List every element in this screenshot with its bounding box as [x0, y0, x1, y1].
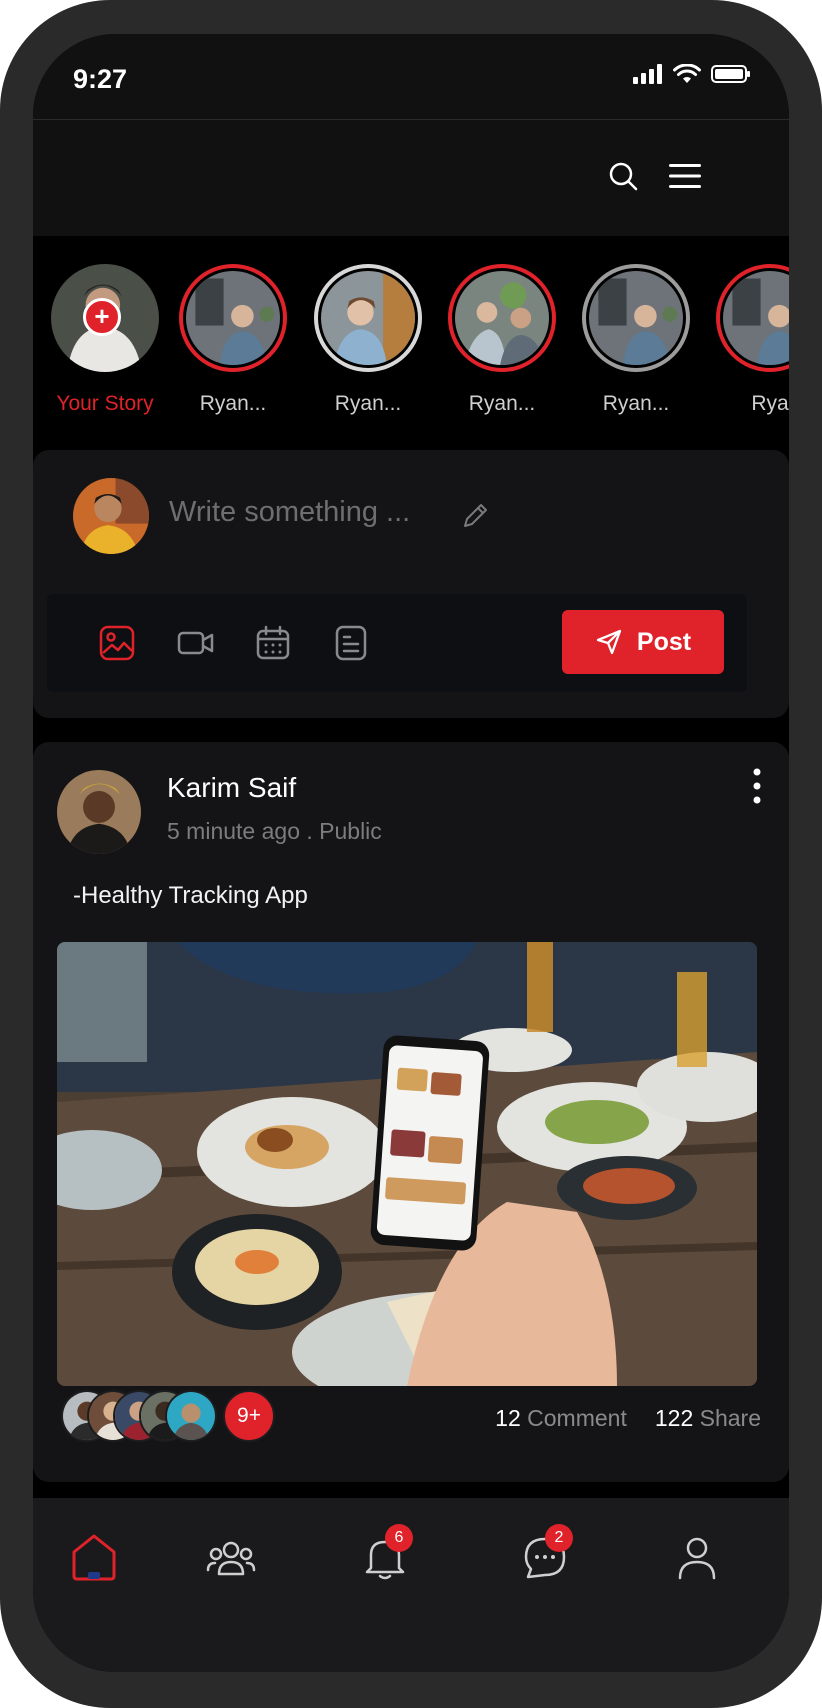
story-item[interactable]: Ryan... [173, 264, 293, 416]
author-name[interactable]: Karim Saif [167, 772, 296, 804]
post-card: Karim Saif 5 minute ago . Public -Health… [33, 742, 789, 1482]
story-name: Ryan... [199, 392, 267, 415]
story-name: Your Story [56, 392, 154, 415]
wifi-icon [673, 64, 701, 83]
post-meta: 5 minute ago . Public [167, 818, 382, 844]
story-ring [582, 264, 690, 372]
author-avatar[interactable] [57, 770, 141, 854]
my-avatar [73, 478, 149, 554]
story-name: Ryan... [602, 392, 670, 415]
calendar-icon[interactable] [255, 625, 291, 661]
comments-count: 12 [495, 1405, 521, 1431]
story-ring [448, 264, 556, 372]
top-toolbar [33, 120, 789, 236]
story-item[interactable]: Rya [710, 264, 789, 416]
more-options-icon[interactable] [747, 766, 767, 806]
app-screen: 9:27 + Your Story Ryan... Ryan... Ryan..… [33, 34, 789, 1672]
status-time: 9:27 [73, 64, 128, 94]
nav-notifications[interactable]: 6 [355, 1524, 415, 1588]
battery-icon [711, 65, 750, 83]
composer-toolbar: Post [47, 594, 747, 692]
menu-button[interactable] [665, 156, 705, 196]
messages-badge: 2 [545, 1524, 573, 1552]
story-item[interactable]: Ryan... [308, 264, 428, 416]
phone-frame: 9:27 + Your Story Ryan... Ryan... Ryan..… [0, 0, 822, 1708]
reactor-avatar [165, 1390, 217, 1442]
more-reactors-badge[interactable]: 9+ [223, 1390, 275, 1442]
stories-row: + Your Story Ryan... Ryan... Ryan... Rya… [33, 236, 789, 466]
photo-icon[interactable] [99, 625, 135, 661]
edit-pen-icon[interactable] [461, 500, 491, 530]
post-composer: Write something ... Post [33, 450, 789, 718]
story-name: Rya [751, 392, 789, 415]
notifications-badge: 6 [385, 1524, 413, 1552]
bottom-navigation: 6 2 [33, 1498, 789, 1672]
story-item[interactable]: Ryan... [442, 264, 562, 416]
status-icons [633, 64, 751, 84]
avatar [186, 271, 280, 365]
post-image[interactable] [57, 942, 757, 1386]
add-story-icon[interactable]: + [83, 298, 121, 336]
signal-icon [633, 64, 662, 84]
search-icon [609, 162, 638, 191]
comments-label: Comment [527, 1405, 627, 1431]
group-icon [206, 1541, 256, 1576]
comments-link[interactable]: 12 Comment [495, 1405, 627, 1432]
document-icon[interactable] [333, 625, 369, 661]
video-icon[interactable] [177, 625, 215, 661]
search-button[interactable] [603, 156, 643, 196]
user-icon [678, 1537, 716, 1580]
avatar [723, 271, 789, 365]
post-stats: 12 Comment 122 Share [495, 1405, 761, 1432]
composer-input[interactable]: Write something ... [169, 496, 410, 529]
post-caption: -Healthy Tracking App [73, 882, 308, 909]
story-name: Ryan... [468, 392, 536, 415]
status-bar: 9:27 [33, 34, 789, 120]
hamburger-menu-icon [669, 164, 701, 188]
post-button-label: Post [636, 627, 692, 656]
avatar [455, 271, 549, 365]
story-ring [716, 264, 789, 372]
avatar [321, 271, 415, 365]
reactors-group[interactable]: 9+ [61, 1390, 275, 1446]
shares-label: Share [699, 1405, 761, 1431]
story-your-story[interactable]: + Your Story [45, 264, 165, 416]
story-ring [179, 264, 287, 372]
story-ring [314, 264, 422, 372]
nav-messages[interactable]: 2 [515, 1524, 575, 1588]
story-name: Ryan... [334, 392, 402, 415]
story-item[interactable]: Ryan... [576, 264, 696, 416]
shares-count: 122 [654, 1405, 694, 1431]
nav-profile[interactable] [667, 1528, 727, 1588]
home-icon [72, 1534, 116, 1581]
shares-link[interactable]: 122 Share [655, 1405, 761, 1432]
send-icon [596, 629, 622, 655]
story-ring: + [51, 264, 159, 372]
nav-groups[interactable] [201, 1528, 261, 1588]
avatar [589, 271, 683, 365]
post-button[interactable]: Post [562, 610, 724, 674]
nav-home[interactable] [59, 1522, 129, 1592]
